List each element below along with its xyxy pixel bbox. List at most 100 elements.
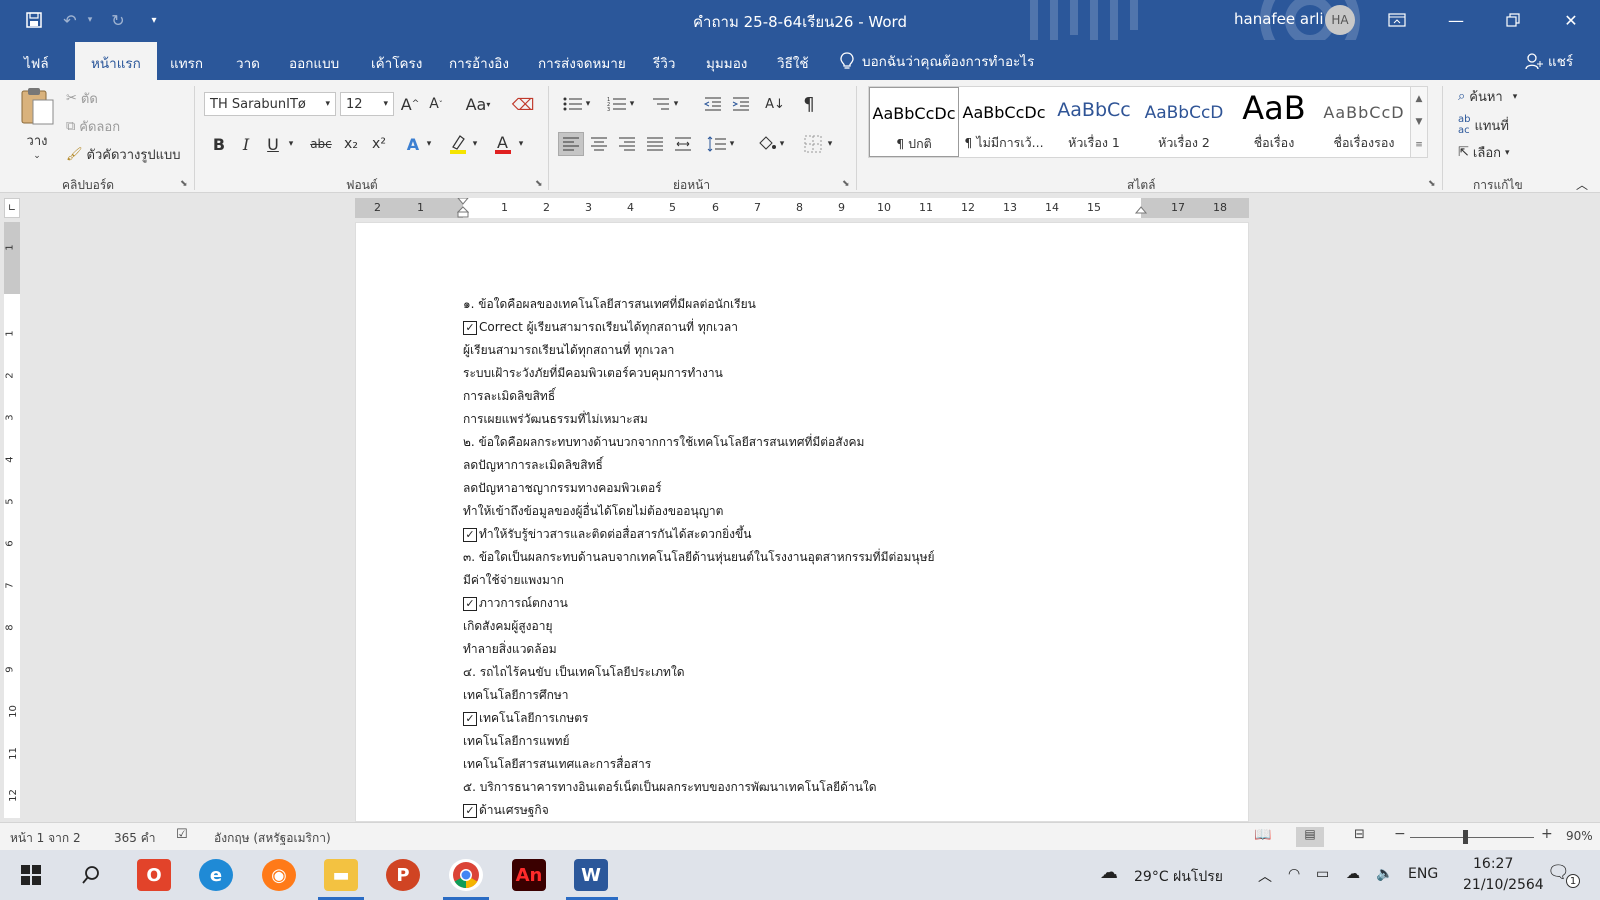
more-styles-icon[interactable]: ≡ <box>1415 140 1423 150</box>
tab-view[interactable]: มุมมอง <box>706 52 747 74</box>
zoom-out-button[interactable]: − <box>1394 826 1406 842</box>
doc-line[interactable]: ✓ ทำให้รับรู้ข่าวสารและติดต่อสื่อสารกันได… <box>463 525 751 544</box>
style-title[interactable]: AaB ชื่อเรื่อง <box>1229 87 1319 157</box>
style-heading-2[interactable]: AaBbCcD หัวเรื่อง 2 <box>1139 87 1229 157</box>
doc-line[interactable]: ๑. ข้อใดคือผลของเทคโนโลยีสารสนเทศที่มีผล… <box>463 295 756 314</box>
tab-layout[interactable]: เค้าโครง <box>371 52 422 74</box>
styles-launcher-icon[interactable]: ⬊ <box>1428 179 1436 189</box>
document-page[interactable]: ๑. ข้อใดคือผลของเทคโนโลยีสารสนเทศที่มีผล… <box>355 222 1249 822</box>
tab-review[interactable]: รีวิว <box>653 52 675 74</box>
vertical-ruler[interactable]: 1 1 2 3 4 5 6 7 8 9 10 11 12 <box>4 222 20 818</box>
doc-line[interactable]: ๔. รถไถไร้คนขับ เป็นเทคโนโลยีประเภทใด <box>463 663 685 682</box>
doc-line[interactable]: การละเมิดลิขสิทธิ์ <box>463 387 555 406</box>
chevron-up-icon[interactable]: ︿ <box>1258 866 1272 886</box>
clipboard-launcher-icon[interactable]: ⬊ <box>180 179 188 189</box>
increase-indent-icon[interactable] <box>728 92 754 116</box>
multilevel-dropdown-icon[interactable]: ▾ <box>670 92 682 116</box>
select-button[interactable]: ⇱ เลือก ▾ <box>1458 142 1510 163</box>
horizontal-ruler[interactable]: 2 1 1 2 3 4 5 6 7 8 9 10 11 12 13 14 15 … <box>355 198 1249 218</box>
close-icon[interactable]: ✕ <box>1548 0 1594 40</box>
clear-formatting-icon[interactable]: ⌫ <box>510 92 536 116</box>
read-mode-icon[interactable]: 📖 <box>1254 827 1271 843</box>
copy-button[interactable]: ⧉ คัดลอก <box>66 116 120 137</box>
borders-icon[interactable] <box>800 132 826 156</box>
clock-time[interactable]: 16:27 <box>1473 856 1513 872</box>
checkbox-checked-icon[interactable]: ✓ <box>463 320 477 335</box>
tell-me-search[interactable]: บอกฉันว่าคุณต้องการทำอะไร <box>840 50 1034 72</box>
tab-draw[interactable]: วาด <box>236 52 260 74</box>
zoom-level[interactable]: 90% <box>1566 829 1593 843</box>
bullets-dropdown-icon[interactable]: ▾ <box>582 92 594 116</box>
search-icon[interactable] <box>74 859 108 891</box>
replace-button[interactable]: ab ac แทนที่ <box>1458 114 1509 136</box>
style-heading-1[interactable]: AaBbCc หัวเรื่อง 1 <box>1049 87 1139 157</box>
powerpoint-icon[interactable]: P <box>386 859 420 891</box>
show-formatting-icon[interactable]: ¶ <box>796 92 822 116</box>
page-count[interactable]: หน้า 1 จาก 2 <box>10 829 81 848</box>
doc-line[interactable]: ระบบเฝ้าระวังภัยที่มีคอมพิวเตอร์ควบคุมกา… <box>463 364 723 383</box>
share-button[interactable]: แชร์ <box>1525 50 1573 72</box>
doc-line[interactable]: ๓. ข้อใดเป็นผลกระทบด้านลบจากเทคโนโลยีด้า… <box>463 548 935 567</box>
tab-insert[interactable]: แทรก <box>170 52 203 74</box>
doc-line[interactable]: ✓ ด้านเศรษฐกิจ <box>463 801 549 820</box>
doc-line[interactable]: ทำลายสิ่งแวดล้อม <box>463 640 557 659</box>
tab-design[interactable]: ออกแบบ <box>289 52 339 74</box>
doc-line[interactable]: การเผยแพร่วัฒนธรรมที่ไม่เหมาะสม <box>463 410 648 429</box>
align-right-icon[interactable] <box>614 132 640 156</box>
shrink-font-icon[interactable]: Aˇ <box>423 92 449 116</box>
justify-icon[interactable] <box>642 132 668 156</box>
borders-dropdown-icon[interactable]: ▾ <box>824 132 836 156</box>
doc-line[interactable]: ✓ ภาวการณ์ตกงาน <box>463 594 568 613</box>
right-indent-marker-icon[interactable] <box>1135 206 1147 218</box>
volume-icon[interactable]: 🔈 <box>1376 866 1393 882</box>
proofing-icon[interactable]: ☑ <box>176 827 188 842</box>
word-icon[interactable]: W <box>574 859 608 891</box>
align-left-icon[interactable] <box>558 132 584 156</box>
web-layout-icon[interactable]: ⊟ <box>1354 827 1365 842</box>
tab-mailings[interactable]: การส่งจดหมาย <box>538 52 626 74</box>
checkbox-checked-icon[interactable]: ✓ <box>463 803 477 818</box>
doc-line[interactable]: ลดปัญหาอาชญากรรมทางคอมพิวเตอร์ <box>463 479 662 498</box>
doc-line[interactable]: เทคโนโลยีสารสนเทศและการสื่อสาร <box>463 755 651 774</box>
decrease-indent-icon[interactable] <box>700 92 726 116</box>
doc-line[interactable]: ๒. ข้อใดคือผลกระทบทางด้านบวกจากการใช้เทค… <box>463 433 864 452</box>
collapse-ribbon-icon[interactable]: ︿ <box>1576 176 1588 193</box>
font-color-dropdown-icon[interactable]: ▾ <box>514 132 528 156</box>
cut-button[interactable]: ✂ ตัด <box>66 88 98 109</box>
word-count[interactable]: 365 คำ <box>114 829 155 848</box>
subscript-button[interactable]: x₂ <box>338 132 364 156</box>
grow-font-icon[interactable]: A ^ <box>397 92 423 116</box>
file-explorer-icon[interactable]: ▬ <box>324 859 358 891</box>
format-painter-button[interactable]: 🖌 ตัวคัดวางรูปแบบ <box>66 144 180 165</box>
chrome-icon[interactable] <box>449 859 483 891</box>
italic-button[interactable]: I <box>233 132 259 156</box>
print-layout-icon[interactable]: ▤ <box>1296 827 1324 847</box>
firefox-icon[interactable]: ◉ <box>262 859 296 891</box>
paste-button[interactable]: วาง ⌄ <box>18 86 56 161</box>
clock-date[interactable]: 21/10/2564 <box>1463 877 1544 893</box>
font-color-icon[interactable]: A <box>490 132 516 156</box>
strikethrough-button[interactable]: abc <box>308 132 334 156</box>
zoom-slider-thumb[interactable] <box>1463 830 1468 844</box>
font-name-combo[interactable]: TH SarabunITø ▾ <box>204 92 336 116</box>
doc-line[interactable]: ๕. บริการธนาคารทางอินเตอร์เน็ตเป็นผลกระท… <box>463 778 877 797</box>
tab-references[interactable]: การอ้างอิง <box>449 52 509 74</box>
doc-line[interactable]: มีค่าใช้จ่ายแพงมาก <box>463 571 564 590</box>
tab-home[interactable]: หน้าแรก <box>75 42 157 80</box>
line-spacing-dropdown-icon[interactable]: ▾ <box>726 132 738 156</box>
avatar[interactable]: HA <box>1325 5 1355 35</box>
shading-dropdown-icon[interactable]: ▾ <box>776 132 788 156</box>
checkbox-checked-icon[interactable]: ✓ <box>463 527 477 542</box>
style-subtitle[interactable]: AaBbCcD ชื่อเรื่องรอง <box>1319 87 1409 157</box>
wifi-icon[interactable]: ◠ <box>1288 866 1300 882</box>
style-normal[interactable]: AaBbCcDc ¶ ปกติ <box>869 87 959 157</box>
zoom-slider-track[interactable] <box>1410 837 1534 838</box>
find-button[interactable]: ⌕ ค้นหา ▾ <box>1458 86 1517 107</box>
weather-icon[interactable]: ☁ <box>1100 862 1118 883</box>
align-center-icon[interactable] <box>586 132 612 156</box>
style-no-spacing[interactable]: AaBbCcDc ¶ ไม่มีการเว้... <box>959 87 1049 157</box>
scroll-down-icon[interactable]: ▼ <box>1416 117 1423 127</box>
onedrive-icon[interactable]: ☁ <box>1346 866 1360 882</box>
minimize-icon[interactable]: — <box>1433 0 1479 40</box>
bold-button[interactable]: B <box>206 132 232 156</box>
